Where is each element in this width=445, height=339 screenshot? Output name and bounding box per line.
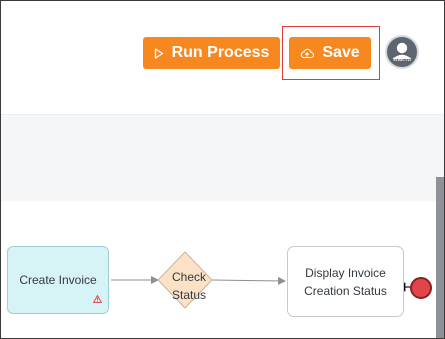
app-frame: Run Process Save wait.ru Create Invoice … (0, 0, 445, 339)
task-display-invoice-creation-status[interactable]: Display Invoice Creation Status (287, 246, 404, 317)
task-display-label-line1: Display Invoice (305, 265, 386, 280)
editor-toolbar-area (1, 114, 444, 202)
run-process-label: Run Process (171, 44, 270, 61)
task-create-invoice-label: Create Invoice (19, 273, 97, 287)
gateway-label-line2: Status (171, 288, 207, 302)
gateway-label-line1: Check (171, 270, 206, 284)
process-canvas[interactable]: Create Invoice Check Status Display Invo… (1, 201, 436, 338)
save-button[interactable]: Save (289, 37, 371, 69)
avatar-caption: wait.ru (393, 57, 411, 63)
flow-check-to-display[interactable] (211, 276, 286, 285)
task-display-label-line2: Creation Status (304, 283, 387, 298)
canvas-scrollbar[interactable] (436, 177, 444, 338)
play-outline-icon (154, 47, 164, 59)
task-create-invoice[interactable]: Create Invoice (7, 246, 109, 314)
gateway-check-status-label: Check Status (160, 268, 218, 304)
run-process-button[interactable]: Run Process (143, 37, 280, 69)
end-event[interactable] (410, 277, 432, 299)
header-bar: Run Process Save wait.ru (1, 1, 444, 109)
warning-triangle-icon (92, 290, 103, 308)
save-label: Save (322, 44, 360, 61)
user-avatar-icon[interactable]: wait.ru (385, 35, 419, 69)
cloud-upload-icon (300, 48, 315, 59)
